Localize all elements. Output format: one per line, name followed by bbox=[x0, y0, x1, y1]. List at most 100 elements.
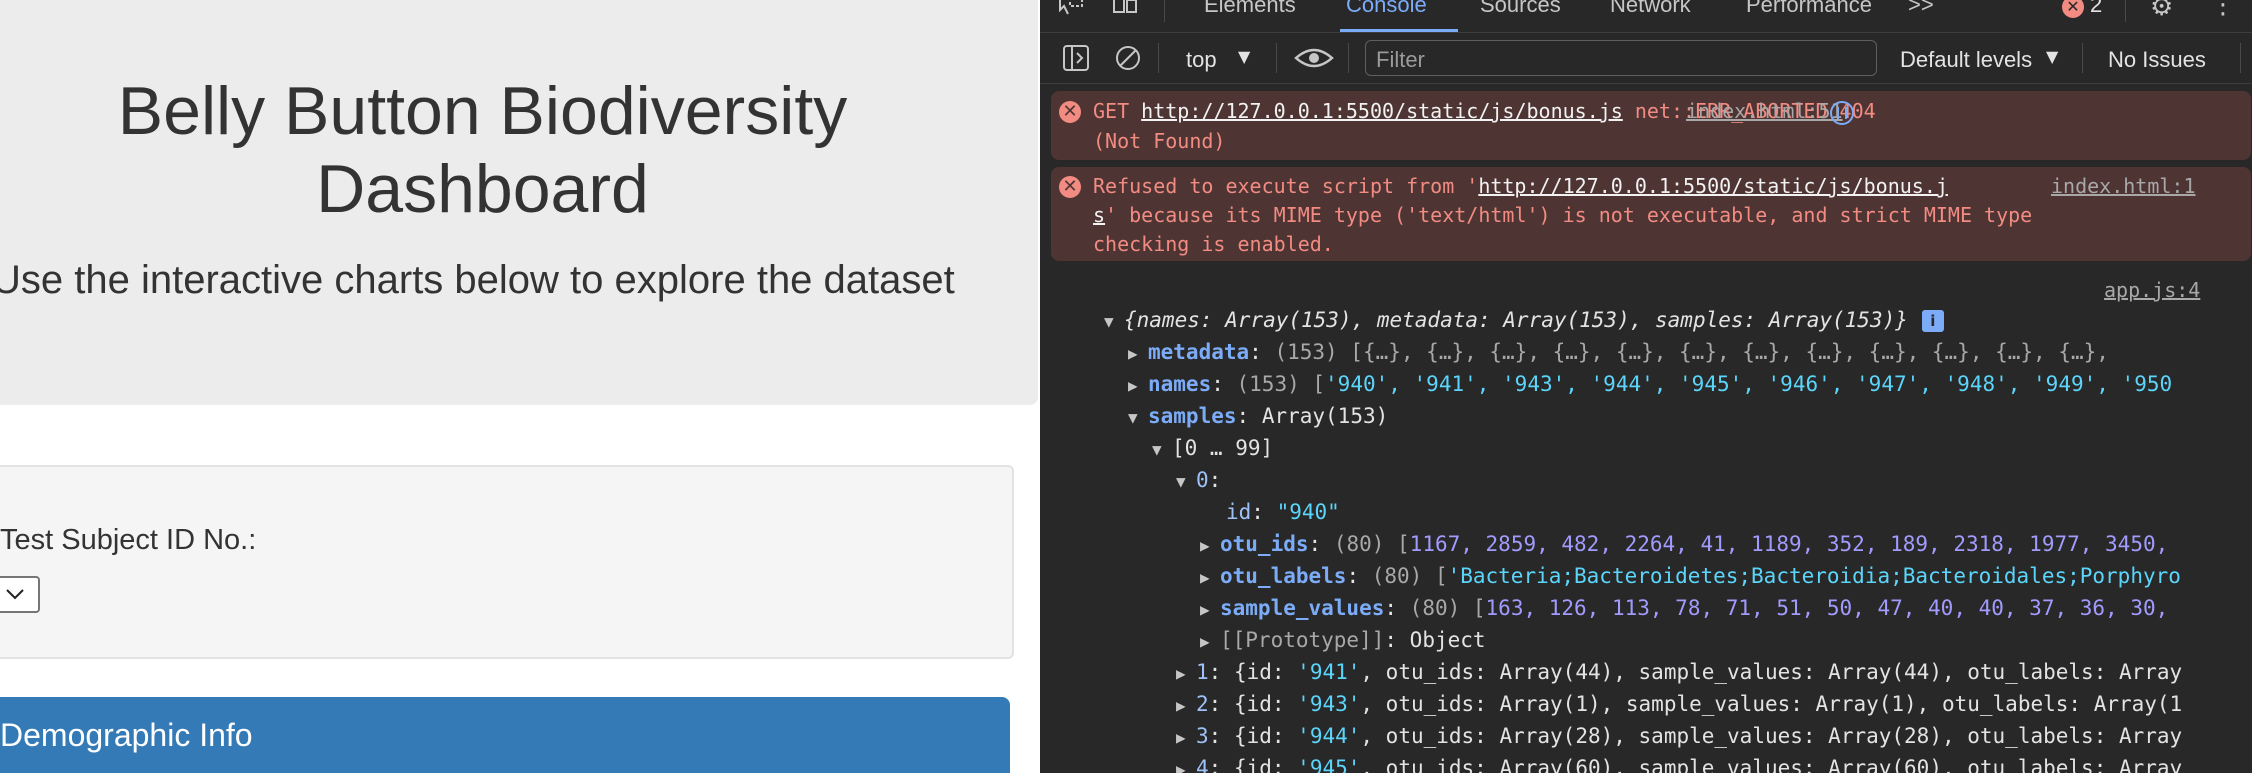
tree-row-prototype[interactable]: ▶ [[Prototype]]: Object bbox=[1200, 628, 1486, 652]
tree-row-sample-item[interactable]: ▶ 1: {id: '941', otu_ids: Array(44), samp… bbox=[1176, 660, 2182, 684]
tree-row-sample-item[interactable]: ▶ 4: {id: '945', otu_ids: Array(60), samp… bbox=[1176, 756, 2182, 773]
tree-count: (153) [ bbox=[1236, 372, 1326, 396]
tree-key: id bbox=[1226, 500, 1252, 524]
error-message-line2: (Not Found) bbox=[1093, 129, 1226, 153]
tab-performance[interactable]: Performance bbox=[1746, 0, 1872, 18]
clear-console-icon[interactable] bbox=[1114, 44, 1142, 72]
tree-row-id: id: "940" bbox=[1226, 500, 1340, 524]
expanded-triangle-icon[interactable]: ▼ bbox=[1104, 312, 1124, 331]
caret-down-icon[interactable]: ▼ bbox=[2046, 47, 2058, 66]
expanded-triangle-icon[interactable]: ▼ bbox=[1128, 408, 1148, 427]
log-levels-dropdown[interactable]: Default levels bbox=[1900, 47, 2032, 73]
tree-row-names[interactable]: ▶ names: (153) ['940', '941', '943', '944… bbox=[1128, 372, 2172, 396]
tree-row-metadata[interactable]: ▶ metadata: (153) [{…}, {…}, {…}, {…}, {…… bbox=[1128, 340, 2109, 364]
tree-count: (80) [ bbox=[1333, 532, 1410, 556]
caret-down-icon[interactable]: ▼ bbox=[1238, 47, 1250, 66]
toolbar-separator bbox=[2082, 43, 2083, 73]
collapsed-triangle-icon[interactable]: ▶ bbox=[1176, 664, 1196, 683]
more-options-icon[interactable]: ⋮ bbox=[2210, 0, 2236, 20]
subject-id-label: Test Subject ID No.: bbox=[0, 524, 257, 556]
issues-button[interactable]: No Issues bbox=[2108, 47, 2206, 73]
tree-key: metadata bbox=[1148, 340, 1250, 364]
collapsed-triangle-icon[interactable]: ▶ bbox=[1176, 696, 1196, 715]
network-request-icon[interactable] bbox=[1829, 100, 1855, 126]
tree-key: 4 bbox=[1196, 756, 1209, 773]
error-url-link-cont[interactable]: s bbox=[1093, 203, 1105, 227]
error-text: Refused to execute script from ' bbox=[1093, 174, 1479, 198]
collapsed-triangle-icon[interactable]: ▶ bbox=[1200, 632, 1220, 651]
error-text: ' because its MIME type ('text/html') is… bbox=[1105, 203, 2033, 227]
expanded-triangle-icon[interactable]: ▼ bbox=[1152, 440, 1172, 459]
tree-row-samples[interactable]: ▼ samples: Array(153) bbox=[1128, 404, 1388, 428]
tree-value: (153) [{…}, {…}, {…}, {…}, {…}, {…}, {…}… bbox=[1274, 340, 2109, 364]
tree-row-sample-item[interactable]: ▶ 2: {id: '943', otu_ids: Array(1), sampl… bbox=[1176, 692, 2182, 716]
tree-value: '945' bbox=[1297, 756, 1361, 773]
page-title-line2: Dashboard bbox=[316, 151, 649, 227]
collapsed-triangle-icon[interactable]: ▶ bbox=[1176, 760, 1196, 773]
tree-value: Object bbox=[1409, 628, 1486, 652]
tree-value: [0 … 99] bbox=[1172, 436, 1274, 460]
console-error-row: ✕ GET http://127.0.0.1:5500/static/js/bo… bbox=[1051, 91, 2251, 160]
tree-key: samples bbox=[1148, 404, 1237, 428]
tab-console[interactable]: Console bbox=[1346, 0, 1427, 18]
tree-count: (80) [ bbox=[1409, 596, 1486, 620]
tree-value: 'Bacteria;Bacteroidetes;Bacteroidia;Bact… bbox=[1447, 564, 2181, 588]
error-source-link[interactable]: index.html:1 bbox=[2051, 174, 2196, 198]
expanded-triangle-icon[interactable]: ▼ bbox=[1176, 472, 1196, 491]
collapsed-triangle-icon[interactable]: ▶ bbox=[1200, 600, 1220, 619]
tree-key: otu_ids bbox=[1220, 532, 1309, 556]
tree-row-sample-item[interactable]: ▶ 3: {id: '944', otu_ids: Array(28), samp… bbox=[1176, 724, 2182, 748]
log-source-link[interactable]: app.js:4 bbox=[2104, 278, 2200, 302]
sidebar-toggle-icon[interactable] bbox=[1062, 44, 1090, 72]
more-tabs-button[interactable]: >> bbox=[1908, 0, 1934, 18]
collapsed-triangle-icon[interactable]: ▶ bbox=[1200, 568, 1220, 587]
collapsed-triangle-icon[interactable]: ▶ bbox=[1176, 728, 1196, 747]
tab-network[interactable]: Network bbox=[1610, 0, 1691, 18]
collapsed-triangle-icon[interactable]: ▶ bbox=[1128, 376, 1148, 395]
tree-row-item0[interactable]: ▼ 0: bbox=[1176, 468, 1221, 492]
error-message-line: Refused to execute script from 'http://1… bbox=[1093, 174, 1948, 198]
error-method: GET bbox=[1093, 99, 1142, 123]
tree-value: '943' bbox=[1297, 692, 1361, 716]
tree-row-otu-ids[interactable]: ▶ otu_ids: (80) [1167, 2859, 482, 2264, 4… bbox=[1200, 532, 2168, 556]
error-url-link[interactable]: http://127.0.0.1:5500/static/js/bonus.js bbox=[1141, 99, 1623, 123]
error-message-line3: checking is enabled. bbox=[1093, 232, 1334, 256]
tree-key: 1 bbox=[1196, 660, 1209, 684]
live-expression-eye-icon[interactable] bbox=[1294, 46, 1334, 70]
collapsed-triangle-icon[interactable]: ▶ bbox=[1128, 344, 1148, 363]
tree-row-otu-labels[interactable]: ▶ otu_labels: (80) ['Bacteria;Bacteroidet… bbox=[1200, 564, 2181, 588]
tree-key: sample_values bbox=[1220, 596, 1385, 620]
error-count-icon[interactable]: ✕ bbox=[2062, 0, 2084, 18]
error-count[interactable]: 2 bbox=[2090, 0, 2102, 18]
context-selector[interactable]: top bbox=[1186, 47, 1217, 73]
error-icon: ✕ bbox=[1059, 101, 1081, 123]
filter-input[interactable]: Filter bbox=[1365, 40, 1877, 76]
chevron-down-icon bbox=[6, 589, 24, 600]
toolbar-separator bbox=[1348, 43, 1349, 73]
device-toolbar-icon[interactable] bbox=[1112, 0, 1138, 16]
tree-value: "940" bbox=[1276, 500, 1340, 524]
tree-row-range[interactable]: ▼ [0 … 99] bbox=[1152, 436, 1273, 460]
page-lead: Use the interactive charts below to expl… bbox=[0, 258, 955, 302]
select-well bbox=[0, 465, 1014, 659]
error-source-link[interactable]: index.html:51 bbox=[1686, 99, 1843, 123]
tree-key: [[Prototype]] bbox=[1220, 628, 1385, 652]
log-object-root[interactable]: ▼ {names: Array(153), metadata: Array(153… bbox=[1104, 308, 1944, 332]
settings-gear-icon[interactable]: ⚙ bbox=[2150, 0, 2173, 22]
inspect-element-icon[interactable] bbox=[1058, 0, 1084, 16]
console-toolbar: top ▼ Filter Default levels ▼ No Issues bbox=[1040, 33, 2252, 84]
tab-sources[interactable]: Sources bbox=[1480, 0, 1561, 18]
tree-row-sample-values[interactable]: ▶ sample_values: (80) [163, 126, 113, 78,… bbox=[1200, 596, 2168, 620]
error-url-link[interactable]: http://127.0.0.1:5500/static/js/bonus.j bbox=[1478, 174, 1948, 198]
root-summary: {names: Array(153), metadata: Array(153)… bbox=[1124, 308, 1908, 332]
devtools-tabbar: Elements Console Sources Network Perform… bbox=[1040, 0, 2252, 33]
tree-value: , otu_ids: Array(44), sample_values: Arr… bbox=[1360, 660, 2183, 684]
tree-value: 163, 126, 113, 78, 71, 51, 50, 47, 40, 4… bbox=[1485, 596, 2169, 620]
collapsed-triangle-icon[interactable]: ▶ bbox=[1200, 536, 1220, 555]
page-title: Belly Button Biodiversity Dashboard bbox=[0, 72, 965, 228]
tab-separator bbox=[1164, 0, 1165, 22]
toolbar-separator bbox=[1276, 43, 1277, 73]
info-icon[interactable]: i bbox=[1921, 310, 1944, 332]
subject-id-select[interactable] bbox=[0, 576, 40, 613]
tab-elements[interactable]: Elements bbox=[1204, 0, 1296, 18]
